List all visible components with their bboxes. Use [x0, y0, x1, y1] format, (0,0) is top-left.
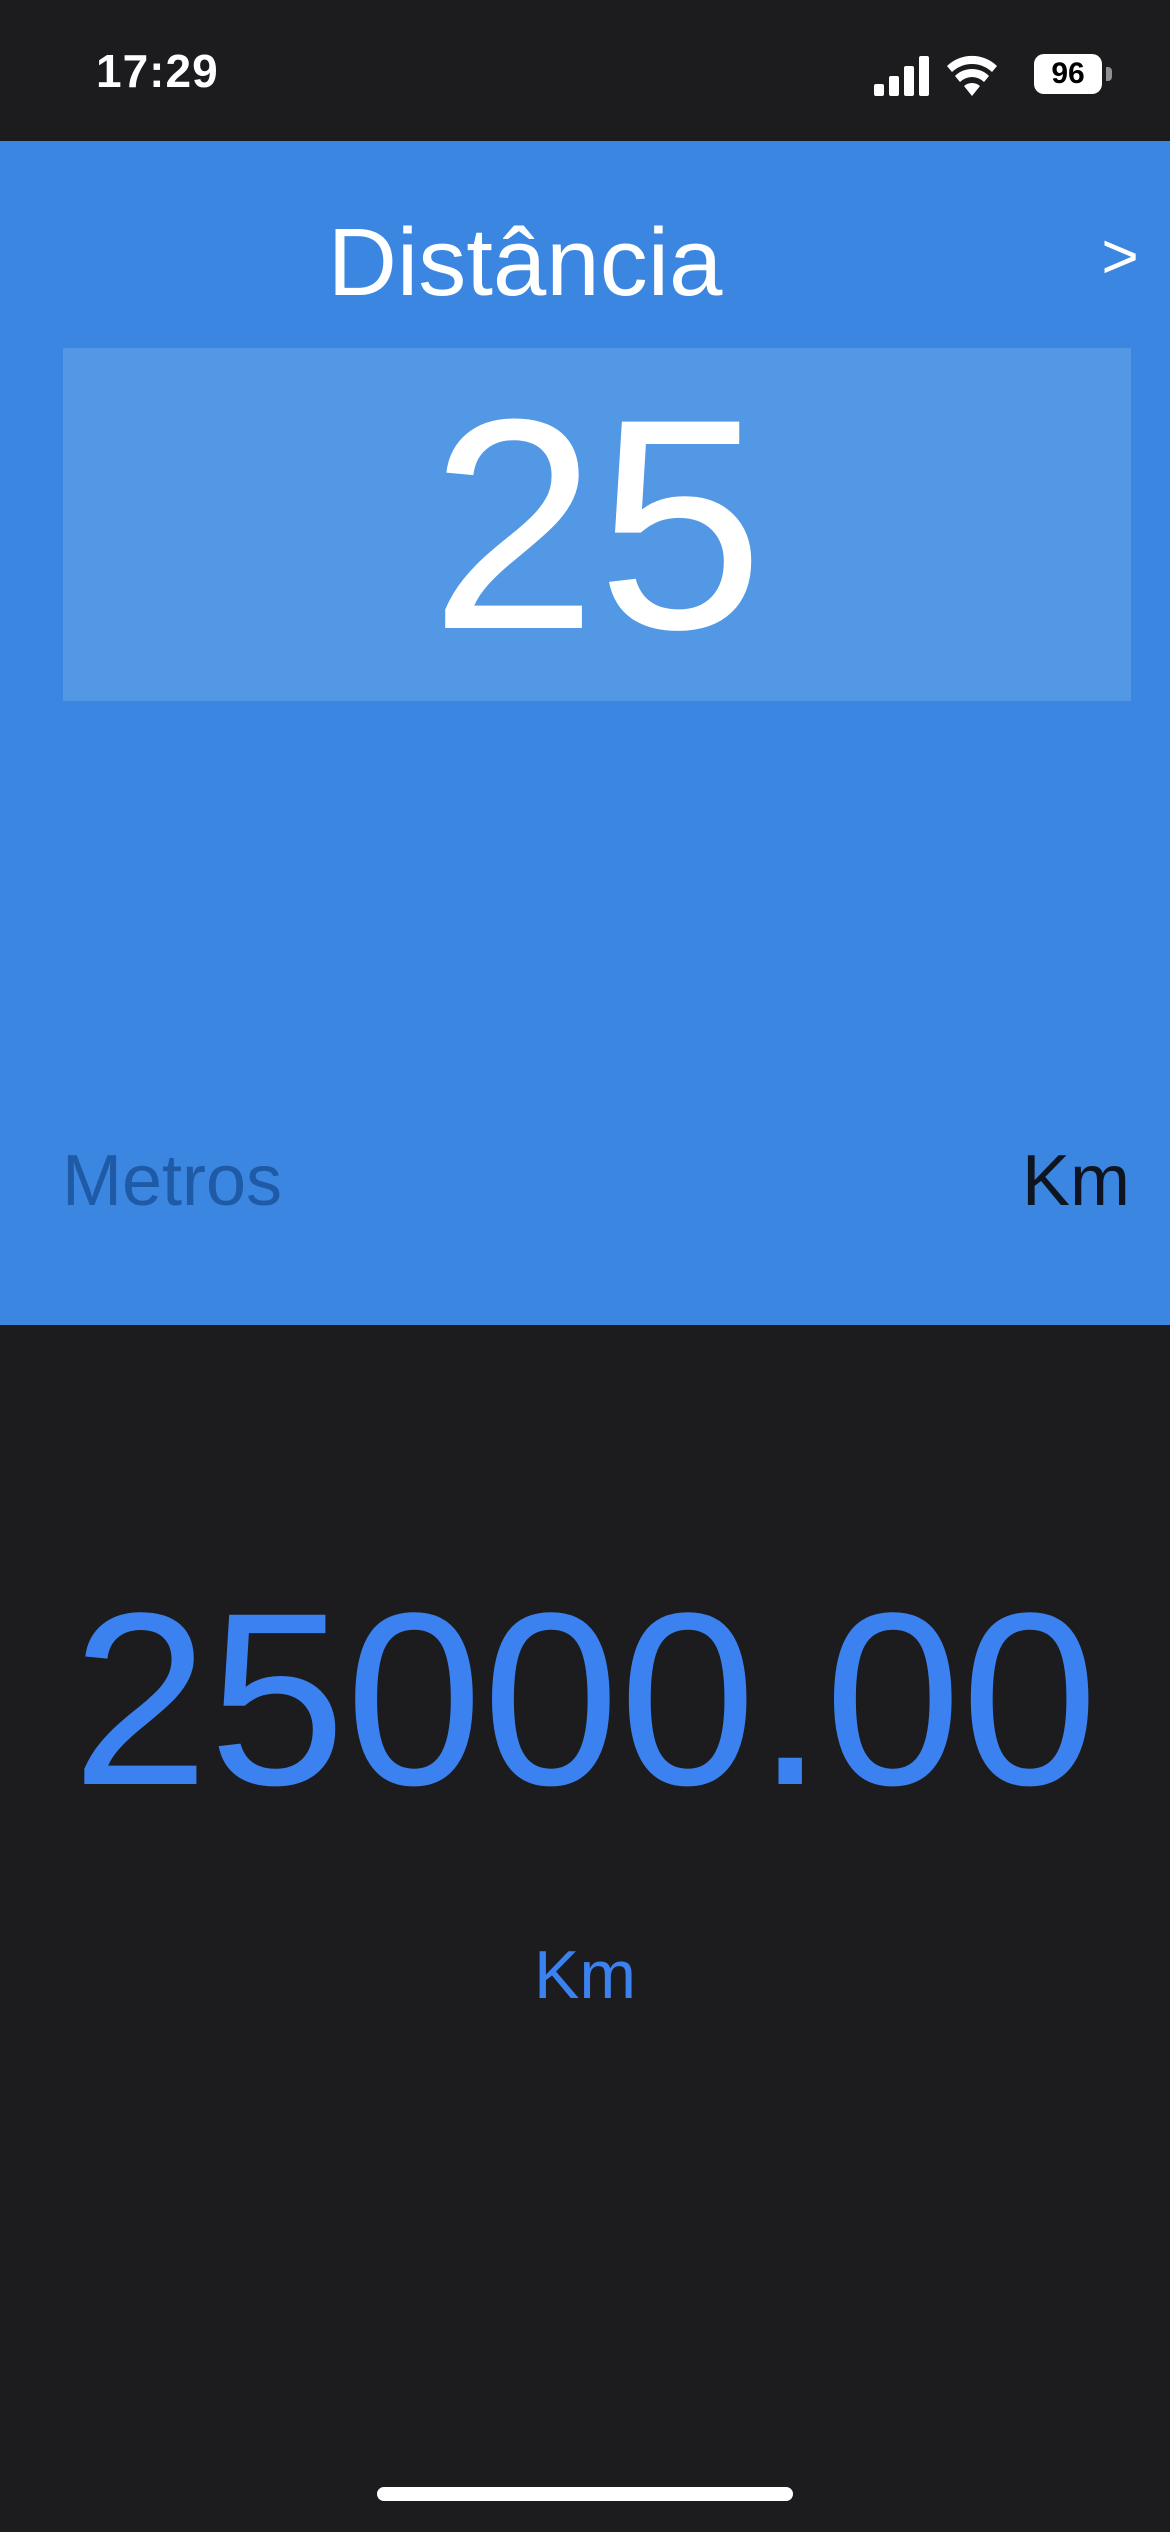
result-value: 25000.00 [71, 1562, 1099, 1837]
input-value: 25 [430, 356, 764, 692]
battery-level: 96 [1051, 57, 1085, 90]
signal-icon [874, 56, 929, 96]
unit-from-button[interactable]: Metros [62, 1136, 282, 1226]
next-arrow-button[interactable]: > [1090, 221, 1150, 291]
result-unit: Km [534, 1937, 636, 2013]
page-title: Distância [327, 209, 723, 316]
home-indicator[interactable] [377, 2487, 793, 2501]
status-time: 17:29 [96, 45, 219, 97]
battery-tip [1106, 67, 1112, 81]
unit-to-button[interactable]: Km [1022, 1136, 1130, 1226]
status-bar: 17:29 96 [0, 0, 1170, 141]
value-input[interactable]: 25 [63, 348, 1131, 701]
wifi-icon [947, 55, 997, 96]
battery-icon: 96 [1034, 54, 1114, 94]
converter-panel: Distância > 25 Metros Km [0, 141, 1170, 1325]
